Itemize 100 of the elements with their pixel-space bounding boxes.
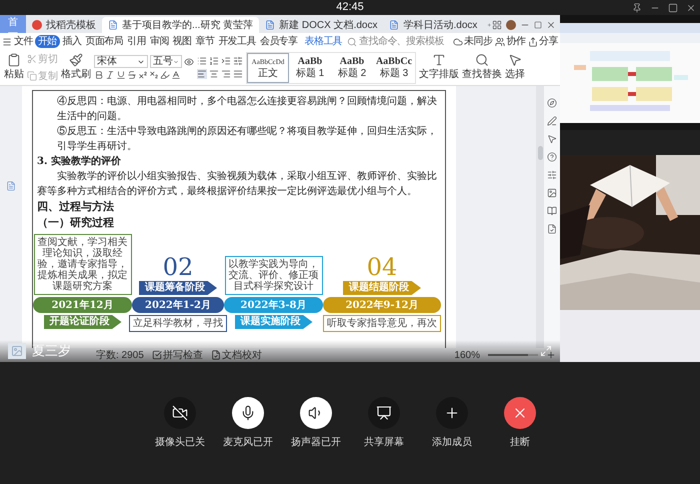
action-button[interactable]: 协作	[495, 34, 526, 49]
ribbon-tab[interactable]: 视图	[172, 35, 192, 48]
document-tab[interactable]: 找稻壳模板	[26, 17, 102, 33]
pin-icon[interactable]	[632, 3, 642, 13]
call-timer: 42:45	[336, 0, 364, 16]
maximize-icon[interactable]	[668, 3, 678, 13]
file-check-icon[interactable]	[547, 224, 557, 234]
style-name: 标题 3	[380, 68, 408, 80]
numbered-list-icon[interactable]	[209, 56, 219, 66]
search-field[interactable]: 查找命令、搜索模板	[347, 34, 450, 49]
ribbon-tab[interactable]: 页面布局	[84, 35, 124, 48]
format-painter-button[interactable]: 格式刷	[61, 53, 91, 82]
bold-icon[interactable]	[94, 70, 104, 80]
grid-icon[interactable]	[492, 20, 502, 30]
highlighter-icon[interactable]	[160, 70, 170, 80]
style-preset[interactable]: AaBb 标题 2	[331, 52, 373, 82]
cloud-icon	[453, 36, 464, 46]
align-center-icon[interactable]	[209, 69, 219, 79]
file-menu[interactable]: 文件	[2, 34, 33, 49]
align-left-icon[interactable]	[197, 69, 207, 79]
call-control[interactable]: 扬声器已开	[282, 396, 350, 450]
ribbon-tab[interactable]: 插入	[62, 35, 82, 48]
bullet-list-icon[interactable]	[197, 56, 207, 66]
ribbon-tab[interactable]: 审阅	[148, 35, 170, 48]
image-icon[interactable]	[547, 188, 557, 198]
ribbon-tab[interactable]: 会员专享	[258, 35, 299, 48]
document-icon	[108, 20, 118, 30]
strikethrough-icon[interactable]	[127, 70, 137, 80]
style-name: 标题 2	[338, 68, 366, 80]
pen-icon[interactable]	[547, 116, 557, 126]
superscript-icon[interactable]	[138, 70, 148, 80]
camera-icon	[172, 404, 188, 420]
avatar[interactable]	[506, 20, 516, 30]
date-pill: 2021年12月	[33, 297, 132, 313]
style-preset[interactable]: AaBb 标题 1	[289, 52, 331, 82]
action-button[interactable]: 分享	[528, 34, 558, 49]
book-icon[interactable]	[547, 206, 557, 216]
eye-icon[interactable]	[184, 56, 194, 66]
style-name: 标题 1	[296, 68, 324, 80]
tool-button[interactable]: 文字排版	[419, 53, 459, 82]
tool-button[interactable]: 选择	[505, 53, 525, 82]
sliders-icon[interactable]	[547, 170, 557, 180]
pointer-icon	[508, 53, 522, 67]
call-control[interactable]: 共享屏幕	[350, 396, 418, 450]
close-icon[interactable]	[546, 20, 556, 30]
italic-icon[interactable]	[105, 70, 115, 80]
align-right-icon[interactable]	[221, 69, 231, 79]
call-control[interactable]: 添加成员	[418, 396, 486, 450]
list-paragraph: ⑤反思五：生活中导致电路跳闸的原因还有哪些呢？将项目教学延伸，回归生活实际，引导学生再研讨。	[56, 124, 438, 154]
ribbon-tab[interactable]: 开始	[34, 35, 60, 48]
indent-icon[interactable]	[221, 56, 231, 66]
tool-button[interactable]: 查找替换	[462, 53, 502, 82]
call-control[interactable]: 摄像头已关	[146, 396, 214, 450]
call-control[interactable]: 挂断	[486, 396, 554, 450]
ribbon-tab[interactable]: 章节	[194, 35, 216, 48]
pointer-icon[interactable]	[547, 134, 557, 144]
body-paragraph: 实验教学的评价以小组实验报告、实验视频为载体，采取小组互评、教师评价、实验比赛等多种方式相结合的评价方式，最终根据评价结果按一定比例评选最优小组与个人。	[37, 170, 438, 199]
call-control[interactable]: 麦克风已开	[214, 396, 282, 450]
stage-label: 开题论证阶段	[44, 315, 122, 329]
search-icon	[347, 36, 358, 46]
font-size-field[interactable]: 五号	[150, 55, 182, 68]
zoom-level: 160%	[454, 348, 480, 362]
document-tab[interactable]: 新建 DOCX 文档.docx	[259, 17, 384, 33]
note-box: 查阅文献，学习相关理论知识，汲取经验，邀请专家指导，提炼相关成果，拟定课题研究方案	[34, 234, 132, 295]
ribbon-tab[interactable]: 表格工具	[304, 35, 344, 48]
scrollbar-thumb[interactable]	[538, 146, 542, 160]
ribbon-tab[interactable]: 开发工具	[217, 35, 257, 48]
zoom-in-icon[interactable]	[546, 350, 556, 360]
word-count: 字数: 2905	[96, 348, 144, 362]
microphone-icon	[240, 404, 256, 420]
logo-icon	[32, 20, 42, 30]
document-icon	[389, 20, 400, 30]
scissors-icon	[27, 54, 37, 64]
proofread-button[interactable]: 文档校对	[210, 348, 262, 362]
section-heading: 四、过程与方法	[37, 199, 115, 215]
subscript-icon[interactable]	[149, 70, 159, 80]
action-button[interactable]: 未同步	[453, 34, 492, 49]
brush-icon	[69, 53, 83, 67]
subheading: 3. 实验教学的评价	[37, 154, 122, 169]
share-icon	[528, 36, 538, 46]
document-tab[interactable]: 学科日活动.docx	[383, 17, 484, 33]
note-box: 以教学实践为导向，交流、评价、修正项目式科学探究设计	[224, 256, 322, 295]
date-pill: 2022年1-2月	[132, 297, 224, 313]
compass-icon[interactable]	[547, 98, 557, 108]
ribbon-tab[interactable]: 引用	[126, 35, 147, 48]
paste-button[interactable]: 粘贴	[4, 53, 24, 82]
menu-icon	[2, 36, 12, 46]
document-tab[interactable]: 基于项目教学的...研究 黄莹萍	[102, 17, 260, 33]
font-color-icon[interactable]	[171, 70, 181, 80]
spell-check-toggle[interactable]: 拼写检查	[152, 348, 203, 362]
note-box: 立足科学教材，寻找	[129, 315, 227, 332]
underline-icon[interactable]	[116, 70, 126, 80]
close-icon[interactable]	[686, 3, 696, 13]
help-icon[interactable]	[547, 152, 557, 162]
style-preset[interactable]: AaBbCc 标题 3	[373, 52, 415, 82]
font-field[interactable]: 宋体	[94, 55, 148, 68]
stage-number: 02	[162, 253, 194, 281]
justify-icon[interactable]	[233, 69, 243, 79]
expand-icon[interactable]	[540, 345, 552, 357]
sliders-icon[interactable]	[233, 56, 243, 66]
